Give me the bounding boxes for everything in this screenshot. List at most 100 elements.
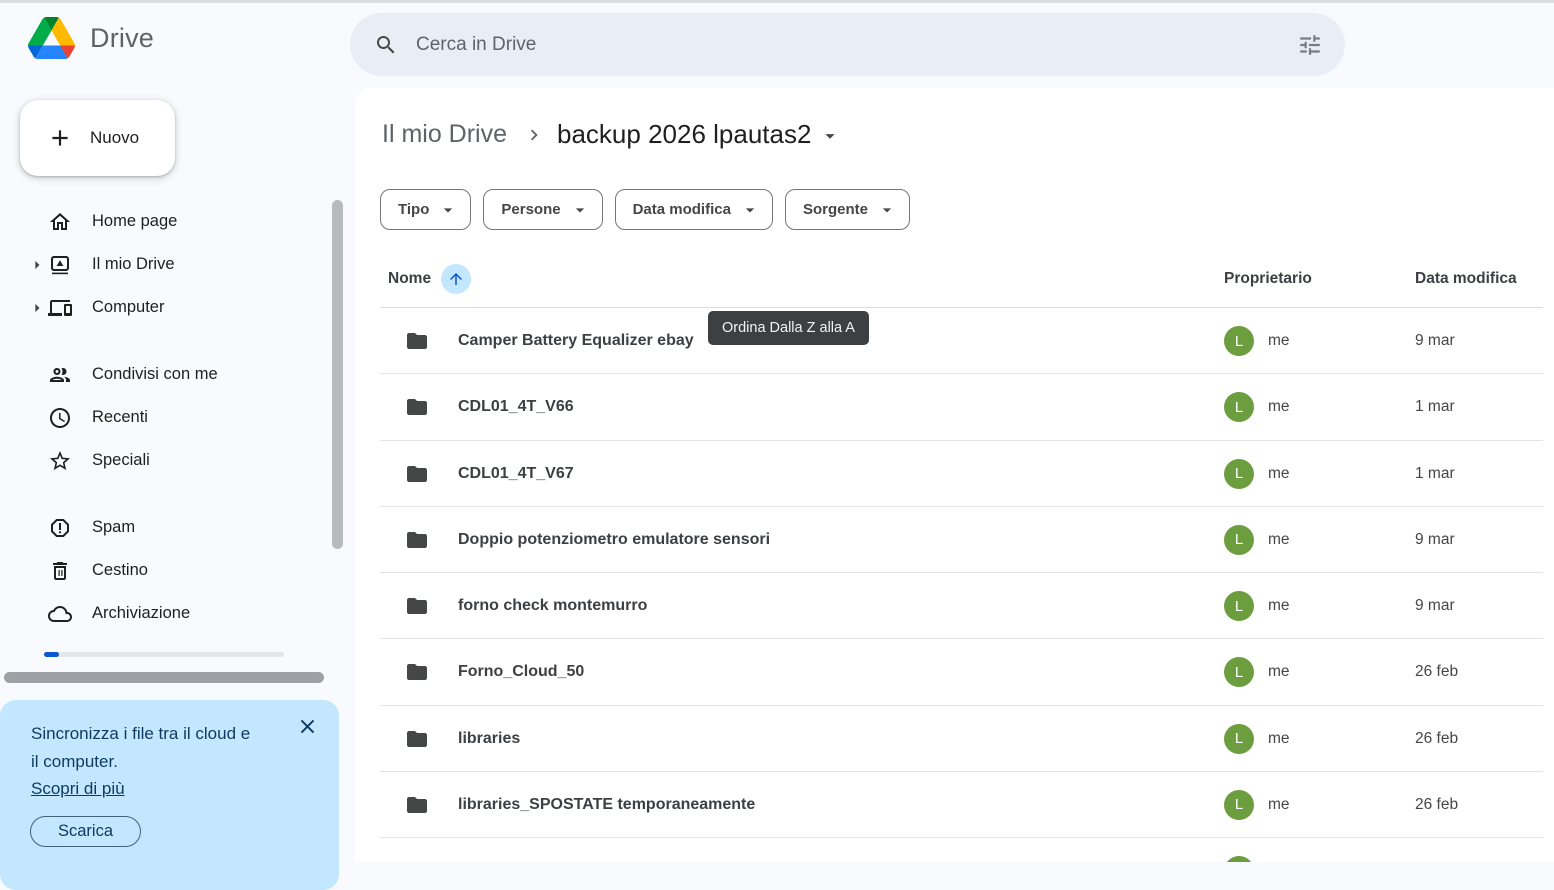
sidebar-vertical-scrollbar[interactable] [332, 200, 343, 549]
search-options-icon[interactable] [1297, 32, 1323, 58]
expand-arrow-icon[interactable] [27, 255, 48, 275]
arrow-up-icon [447, 270, 465, 288]
table-row[interactable]: forno check montemurro L me 9 mar [355, 573, 1554, 639]
search-input[interactable] [414, 33, 1297, 57]
promo-close-button[interactable] [291, 710, 323, 742]
search-icon[interactable] [374, 33, 398, 57]
folder-icon [405, 594, 429, 618]
sidebar-item-label: Cestino [92, 561, 148, 580]
sidebar-item-trash[interactable]: Cestino [0, 549, 348, 592]
filter-chip-people[interactable]: Persone [483, 189, 602, 230]
modified-date: 26 feb [1415, 730, 1458, 747]
sidebar-item-label: Computer [92, 298, 164, 317]
sidebar-item-label: Condivisi con me [92, 365, 218, 384]
table-row[interactable]: CDL01_4T_V67 L me 1 mar [355, 441, 1554, 507]
sidebar-item-my-drive[interactable]: Il mio Drive [0, 243, 348, 286]
breadcrumb-current-folder[interactable]: backup 2026 lpautas2 [557, 119, 841, 150]
cloud-icon [48, 602, 72, 626]
modified-date: 26 feb [1415, 663, 1458, 680]
trash-icon [48, 559, 72, 583]
modified-date: 1 mar [1415, 465, 1455, 482]
sidebar-item-spam[interactable]: Spam [0, 506, 348, 549]
folder-icon [405, 727, 429, 751]
breadcrumb: Il mio Drive backup 2026 lpautas2 [380, 110, 841, 158]
chevron-down-icon [570, 200, 590, 220]
expand-arrow-icon[interactable] [27, 298, 48, 318]
folder-icon [405, 793, 429, 817]
file-name: Forno_Cloud_50 [458, 663, 584, 681]
breadcrumb-parent[interactable]: Il mio Drive [380, 120, 509, 149]
sidebar-item-label: Home page [92, 212, 177, 231]
owner-avatar: L [1224, 591, 1254, 621]
owner-avatar: L [1224, 790, 1254, 820]
home-icon [48, 210, 72, 234]
sort-direction-button[interactable] [441, 264, 471, 294]
table-row[interactable]: Forno_Cloud_50 L me 26 feb [355, 639, 1554, 705]
sidebar-item-recent[interactable]: Recenti [0, 396, 348, 439]
filter-chip-type[interactable]: Tipo [380, 189, 471, 230]
modified-date: 9 mar [1415, 332, 1455, 349]
owner-avatar: L [1224, 326, 1254, 356]
current-folder-name: backup 2026 lpautas2 [557, 119, 811, 150]
sidebar-item-label: Archiviazione [92, 604, 190, 623]
my-drive-icon [48, 253, 72, 277]
plus-icon [47, 125, 73, 151]
sidebar-horizontal-scrollbar[interactable] [4, 672, 324, 683]
star-icon [48, 449, 72, 473]
name-header-label: Nome [388, 270, 431, 288]
new-button[interactable]: Nuovo [20, 100, 175, 176]
close-icon [296, 715, 319, 738]
sidebar-item-storage[interactable]: Archiviazione [0, 592, 348, 635]
chip-label: Persone [501, 201, 560, 218]
sidebar-item-computers[interactable]: Computer [0, 286, 348, 329]
filter-chips: Tipo Persone Data modifica Sorgente [380, 189, 910, 230]
modified-date: 26 feb [1415, 796, 1458, 813]
app-title: Drive [90, 23, 154, 54]
chip-label: Data modifica [633, 201, 731, 218]
storage-usage-bar [44, 652, 284, 657]
chevron-down-icon [877, 200, 897, 220]
owner-avatar: L [1224, 392, 1254, 422]
table-row[interactable]: CDL01_4T_V66 L me 1 mar [355, 374, 1554, 440]
sidebar-nav: Home page Il mio Drive Computer [0, 200, 348, 635]
folder-icon [405, 528, 429, 552]
spam-icon [48, 516, 72, 540]
drive-logo-area[interactable]: Drive [28, 17, 154, 59]
file-rows: Camper Battery Equalizer ebay L me 9 mar… [355, 308, 1554, 838]
sidebar: Nuovo Home page Il mio Drive [0, 88, 348, 862]
owner-label: me [1268, 332, 1290, 350]
folder-icon [405, 462, 429, 486]
column-header-name[interactable]: Nome [380, 264, 1224, 294]
promo-learn-more-link[interactable]: Scopri di più [31, 775, 125, 803]
folder-icon [405, 395, 429, 419]
sort-tooltip: Ordina Dalla Z alla A [708, 311, 869, 345]
chevron-down-icon [819, 125, 841, 147]
owner-label: me [1268, 398, 1290, 416]
drive-logo-icon [28, 17, 75, 59]
owner-label: me [1268, 465, 1290, 483]
owner-label: me [1268, 663, 1290, 681]
file-name: Doppio potenziometro emulatore sensori [458, 531, 770, 549]
table-row[interactable]: Camper Battery Equalizer ebay L me 9 mar [355, 308, 1554, 374]
table-row[interactable]: Doppio potenziometro emulatore sensori L… [355, 507, 1554, 573]
table-row[interactable]: libraries_SPOSTATE temporaneamente L me … [355, 772, 1554, 838]
file-name: forno check montemurro [458, 597, 647, 615]
clock-icon [48, 406, 72, 430]
owner-label: me [1268, 796, 1290, 814]
table-row[interactable]: libraries L me 26 feb [355, 706, 1554, 772]
promo-download-button[interactable]: Scarica [30, 816, 141, 847]
sidebar-item-starred[interactable]: Speciali [0, 439, 348, 482]
file-name: Camper Battery Equalizer ebay [458, 332, 694, 350]
sidebar-item-home[interactable]: Home page [0, 200, 348, 243]
column-header-modified[interactable]: Data modifica [1415, 270, 1544, 288]
filter-chip-modified[interactable]: Data modifica [615, 189, 773, 230]
search-bar[interactable] [350, 13, 1345, 76]
owner-label: me [1268, 730, 1290, 748]
promo-message: Sincronizza i file tra il cloud e il com… [31, 720, 259, 775]
column-header-owner[interactable]: Proprietario [1224, 270, 1415, 288]
file-name: libraries [458, 730, 520, 748]
modified-date: 1 mar [1415, 398, 1455, 415]
filter-chip-source[interactable]: Sorgente [785, 189, 910, 230]
partial-row-avatar [1224, 856, 1254, 862]
sidebar-item-shared-with-me[interactable]: Condivisi con me [0, 353, 348, 396]
